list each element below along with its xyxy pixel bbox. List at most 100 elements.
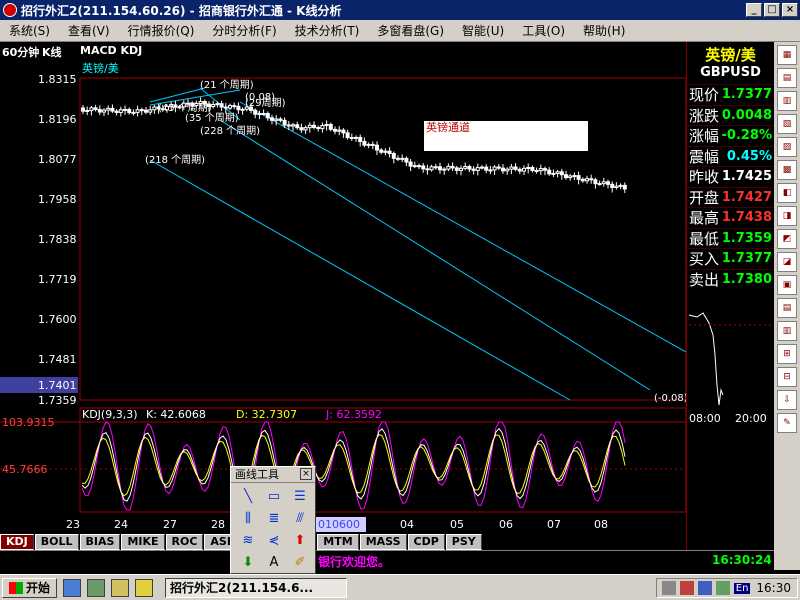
period-label[interactable]: 60分钟 [2,44,39,60]
line-tool-icon[interactable]: ╲ [237,488,259,506]
tool-button[interactable]: ▣ [777,275,797,295]
tray-icon[interactable] [679,581,694,595]
menu-quotes[interactable]: 行情报价(Q) [119,22,204,39]
candle-body [412,165,417,168]
tab-mike[interactable]: MIKE [121,534,165,550]
tab-mass[interactable]: MASS [359,534,407,550]
tool-button[interactable]: ◧ [777,183,797,203]
candle-body [228,105,232,109]
menu-system[interactable]: 系统(S) [0,22,59,39]
candle-body [450,165,455,169]
chart-type-label: K线 [42,46,62,59]
close-icon[interactable]: × [300,468,312,480]
tray-icon[interactable] [715,581,730,595]
tool-strip: ▦ ▤ ▥ ▧ ▨ ▩ ◧ ◨ ◩ ◪ ▣ ▤ ▥ ⊞ ⊟ ⇩ ✎ [774,42,800,570]
kline-chart[interactable]: 英镑/美 1.8315 1.8196 1.8077 1.7958 1.7838 … [0,60,686,534]
menu-smart[interactable]: 智能(U) [453,22,513,39]
tab-boll[interactable]: BOLL [34,534,79,550]
rect-tool-icon[interactable]: ▭ [263,488,285,506]
candle-body [253,109,258,115]
candle-body [93,107,98,111]
parallel-tool-icon[interactable]: ☰ [289,488,311,506]
tool-button[interactable]: ◪ [777,252,797,272]
fibonacci-tool-icon[interactable]: ≣ [263,510,285,528]
tab-cdp[interactable]: CDP [407,534,445,550]
candle-body [417,165,421,168]
candle-body [211,103,216,107]
price-tick: 1.8077 [38,153,77,166]
candle-body [102,109,106,113]
tab-psy[interactable]: PSY [445,534,482,550]
tool-button[interactable]: ◨ [777,206,797,226]
tab-roc[interactable]: ROC [165,534,204,550]
title-bar: 招行外汇2(211.154.60.26) - 招商银行外汇通 - K线分析 _ … [0,0,800,20]
minimize-button[interactable]: _ [746,3,762,17]
menu-intraday[interactable]: 分时分析(F) [203,22,285,39]
candle-body [202,101,207,105]
tool-button[interactable]: ▧ [777,114,797,134]
menu-tools[interactable]: 工具(O) [513,22,574,39]
cycle-tool-icon[interactable]: ⫼ [237,510,259,528]
candle-body [148,109,153,113]
candle-body [580,178,585,182]
tray-clock: 16:30 [756,581,791,595]
gann-tool-icon[interactable]: ⫻ [289,510,311,528]
drawing-toolbox[interactable]: 画线工具 × ╲ ▭ ☰ ⫼ ≣ ⫻ ≋ ⋞ ⬆ ⬇ A ✐ [230,466,316,574]
tool-button[interactable]: ▤ [777,298,797,318]
tool-button[interactable]: ▥ [777,321,797,341]
tool-button[interactable]: ✎ [777,413,797,433]
start-button[interactable]: 开始 [2,577,58,598]
tool-button[interactable]: ⇩ [777,390,797,410]
candle-body [400,157,405,160]
channel-tool-icon[interactable]: ≋ [237,532,259,550]
down-arrow-icon[interactable]: ⬇ [237,554,259,572]
up-arrow-icon[interactable]: ⬆ [289,532,311,550]
candle-body [513,166,518,170]
cycle-label: (218 个周期) [145,154,205,166]
date-tick: 24 [114,518,128,531]
close-button[interactable]: × [782,3,798,17]
eraser-tool-icon[interactable]: ✐ [289,554,311,572]
tray-icon[interactable] [661,581,676,595]
drawing-toolbox-title: 画线工具 [235,468,279,481]
outlook-icon[interactable] [111,578,130,597]
taskbar-item-forex[interactable]: 招行外汇2(211.154.6... [165,577,348,598]
tab-kdj[interactable]: KDJ [0,534,34,550]
fan-tool-icon[interactable]: ⋞ [263,532,285,550]
tool-button[interactable]: ▤ [777,68,797,88]
tool-button[interactable]: ▨ [777,137,797,157]
quote-row: 涨跌 0.0048 [687,104,774,126]
menu-technical[interactable]: 技术分析(T) [286,22,369,39]
menu-help[interactable]: 帮助(H) [574,22,634,39]
mini-time-end: 20:00 [735,412,767,425]
candle-body [463,166,468,169]
tool-button[interactable]: ◩ [777,229,797,249]
maximize-button[interactable]: □ [764,3,780,17]
menu-multiwindow[interactable]: 多窗看盘(G) [368,22,453,39]
folder-icon[interactable] [135,578,154,597]
quote-row: 买入 1.7377 [687,248,774,269]
tool-button[interactable]: ⊟ [777,367,797,387]
candle-body [286,124,291,127]
system-tray: En 16:30 [656,578,798,598]
kdj-lines [81,421,626,511]
desktop-icon[interactable] [87,578,106,597]
candle-body [165,105,169,111]
language-indicator[interactable]: En [733,582,751,594]
tool-button[interactable]: ⊞ [777,344,797,364]
tool-button[interactable]: ▩ [777,160,797,180]
tool-button[interactable]: ▦ [777,45,797,65]
candle-body [144,109,148,113]
tool-button[interactable]: ▥ [777,91,797,111]
mini-intraday-chart[interactable]: 08:00 20:00 [687,295,775,425]
tray-icon[interactable] [697,581,712,595]
tab-bias[interactable]: BIAS [79,534,121,550]
ie-icon[interactable] [63,578,82,597]
drawing-toolbox-titlebar[interactable]: 画线工具 × [231,467,315,483]
candle-body [223,106,228,109]
candle-body [572,175,577,178]
tab-mtm[interactable]: MTM [317,534,359,550]
menu-view[interactable]: 查看(V) [59,22,119,39]
text-tool-icon[interactable]: A [263,554,285,572]
quote-row: 昨收 1.7425 [687,166,774,187]
